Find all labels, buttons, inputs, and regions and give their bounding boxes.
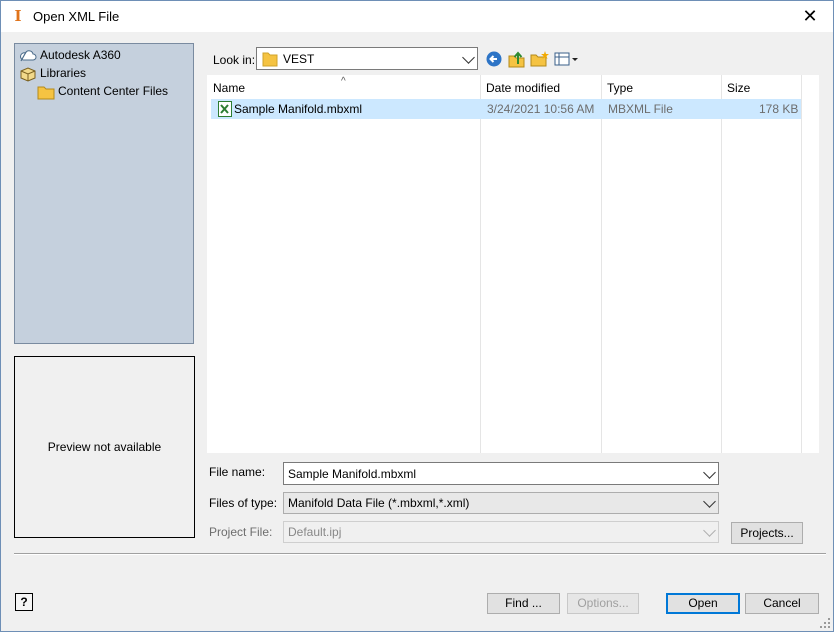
new-folder-icon[interactable] — [530, 50, 550, 68]
help-icon[interactable]: ? — [15, 593, 33, 611]
chevron-down-icon — [703, 465, 716, 479]
file-type-label: Files of type: — [209, 496, 278, 510]
sort-ascending-icon: ^ — [341, 76, 346, 87]
resize-grip-icon[interactable] — [819, 617, 831, 629]
options-button: Options... — [567, 593, 639, 614]
find-button[interactable]: Find ... — [487, 593, 560, 614]
chevron-down-icon — [462, 50, 475, 64]
column-header-name[interactable]: Name ^ — [207, 75, 480, 99]
cancel-button[interactable]: Cancel — [745, 593, 819, 614]
file-name-input[interactable]: Sample Manifold.mbxml — [283, 462, 719, 485]
column-header-label: Name — [213, 81, 246, 95]
view-menu-icon[interactable] — [553, 50, 579, 68]
file-type-value: Manifold Data File (*.mbxml,*.xml) — [288, 496, 470, 510]
cloud-drive-icon — [20, 50, 37, 62]
file-type-dropdown[interactable]: Manifold Data File (*.mbxml,*.xml) — [283, 492, 719, 514]
file-size-cell: 178 KB — [759, 102, 799, 116]
open-xml-file-dialog: I Open XML File ✕ Autodesk A360 Librarie… — [0, 0, 834, 632]
close-button[interactable]: ✕ — [787, 1, 833, 32]
folder-icon — [37, 86, 55, 100]
project-file-dropdown: Default.ipj — [283, 521, 719, 543]
places-panel: Autodesk A360 Libraries Content Center F… — [14, 43, 194, 344]
up-folder-icon[interactable] — [507, 50, 527, 68]
file-name-value: Sample Manifold.mbxml — [288, 466, 417, 481]
preview-pane: Preview not available — [14, 356, 195, 538]
column-separator — [480, 75, 481, 453]
look-in-value: VEST — [283, 51, 315, 66]
back-icon[interactable] — [485, 50, 505, 68]
column-header-type[interactable]: Type — [601, 75, 721, 99]
title-bar: I Open XML File ✕ — [1, 1, 833, 32]
project-file-value: Default.ipj — [288, 525, 342, 539]
file-type-cell: MBXML File — [608, 102, 673, 116]
preview-message: Preview not available — [47, 440, 162, 454]
file-date-cell: 3/24/2021 10:56 AM — [487, 102, 595, 116]
look-in-dropdown[interactable]: VEST — [256, 47, 478, 70]
xml-file-icon — [218, 101, 232, 117]
column-separator — [801, 75, 802, 453]
file-name-cell: Sample Manifold.mbxml — [234, 102, 363, 116]
open-button[interactable]: Open — [666, 593, 740, 614]
inventor-app-icon: I — [14, 7, 22, 25]
place-label: Autodesk A360 — [40, 48, 121, 62]
file-list: Name ^ Date modified Type Size Sample Ma… — [207, 75, 819, 453]
divider — [14, 553, 826, 555]
libraries-icon — [20, 67, 36, 82]
column-header-size[interactable]: Size — [721, 75, 801, 99]
place-label: Content Center Files — [58, 84, 169, 98]
column-separator — [721, 75, 722, 453]
projects-button[interactable]: Projects... — [731, 522, 803, 544]
window-title: Open XML File — [33, 9, 120, 24]
chevron-down-icon — [703, 495, 716, 508]
column-separator — [601, 75, 602, 453]
file-name-label: File name: — [209, 465, 266, 479]
place-label: Libraries — [40, 66, 87, 80]
look-in-label: Look in: — [213, 53, 256, 67]
project-file-label: Project File: — [209, 525, 273, 539]
chevron-down-icon — [703, 524, 716, 537]
column-header-date-modified[interactable]: Date modified — [480, 75, 601, 99]
folder-icon — [262, 52, 278, 67]
